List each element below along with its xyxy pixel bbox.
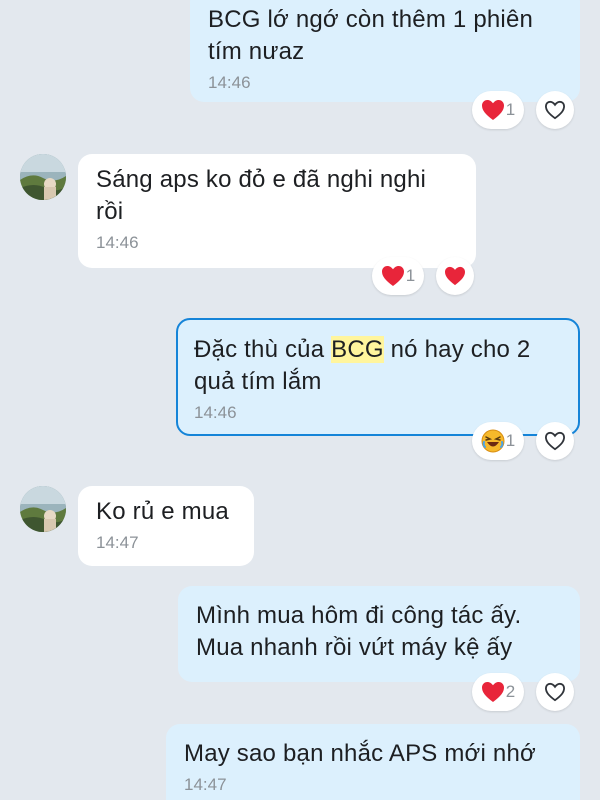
react-button[interactable] [536, 422, 574, 460]
reaction-summary[interactable]: 1 [472, 91, 524, 129]
message-time: 14:47 [96, 533, 139, 552]
message-text: Mình mua hôm đi công tác ấy. Mua nhanh r… [196, 602, 522, 661]
reaction-count: 1 [405, 266, 416, 285]
message-text: Sáng aps ko đỏ e đã nghi nghi rồi [96, 166, 427, 225]
heart-outline-icon [544, 682, 566, 702]
reaction-summary[interactable]: 2 [472, 673, 524, 711]
message-bubble-sent[interactable]: BCG lớ ngớ còn thêm 1 phiên tím nưaz 14:… [190, 0, 580, 102]
react-button[interactable] [536, 91, 574, 129]
heart-outline-icon [544, 431, 566, 451]
chat-thread: BCG lớ ngớ còn thêm 1 phiên tím nưaz 14:… [0, 0, 600, 800]
avatar[interactable] [20, 154, 66, 200]
heart-icon [381, 266, 404, 286]
reaction-summary[interactable]: 1 [372, 257, 424, 295]
avatar-photo [20, 486, 66, 532]
reaction-summary[interactable]: 1 [472, 422, 524, 460]
reaction-count: 1 [505, 100, 516, 119]
message-bubble-sent[interactable]: May sao bạn nhắc APS mới nhớ 14:47 [166, 724, 580, 800]
reaction-count: 2 [505, 682, 516, 701]
react-button[interactable] [436, 257, 474, 295]
message-text: May sao bạn nhắc APS mới nhớ [184, 740, 536, 767]
avatar[interactable] [20, 486, 66, 532]
message-bubble-sent[interactable]: Mình mua hôm đi công tác ấy. Mua nhanh r… [178, 586, 580, 682]
react-button[interactable] [536, 673, 574, 711]
message-text: BCG lớ ngớ còn thêm 1 phiên tím nưaz [208, 6, 534, 65]
avatar-photo [20, 154, 66, 200]
search-highlight: BCG [331, 336, 384, 363]
message-text: Đặc thù của BCG nó hay cho 2 quả tím lắm [194, 328, 562, 398]
laughing-emoji-icon [481, 429, 505, 453]
message-time: 14:46 [96, 233, 139, 252]
message-bubble-received[interactable]: Sáng aps ko đỏ e đã nghi nghi rồi 14:46 [78, 154, 476, 268]
message-bubble-sent-selected[interactable]: Đặc thù của BCG nó hay cho 2 quả tím lắm… [176, 318, 580, 436]
heart-icon [481, 682, 504, 702]
heart-filled-icon [445, 266, 465, 286]
message-time: 14:46 [194, 403, 237, 422]
message-text: Ko rủ e mua [96, 498, 229, 525]
message-text-part: Đặc thù của [194, 336, 332, 363]
reaction-count: 1 [505, 431, 516, 450]
message-bubble-received[interactable]: Ko rủ e mua 14:47 [78, 486, 254, 566]
message-time: 14:47 [184, 775, 227, 794]
heart-icon [481, 100, 504, 120]
heart-outline-icon [544, 100, 566, 120]
